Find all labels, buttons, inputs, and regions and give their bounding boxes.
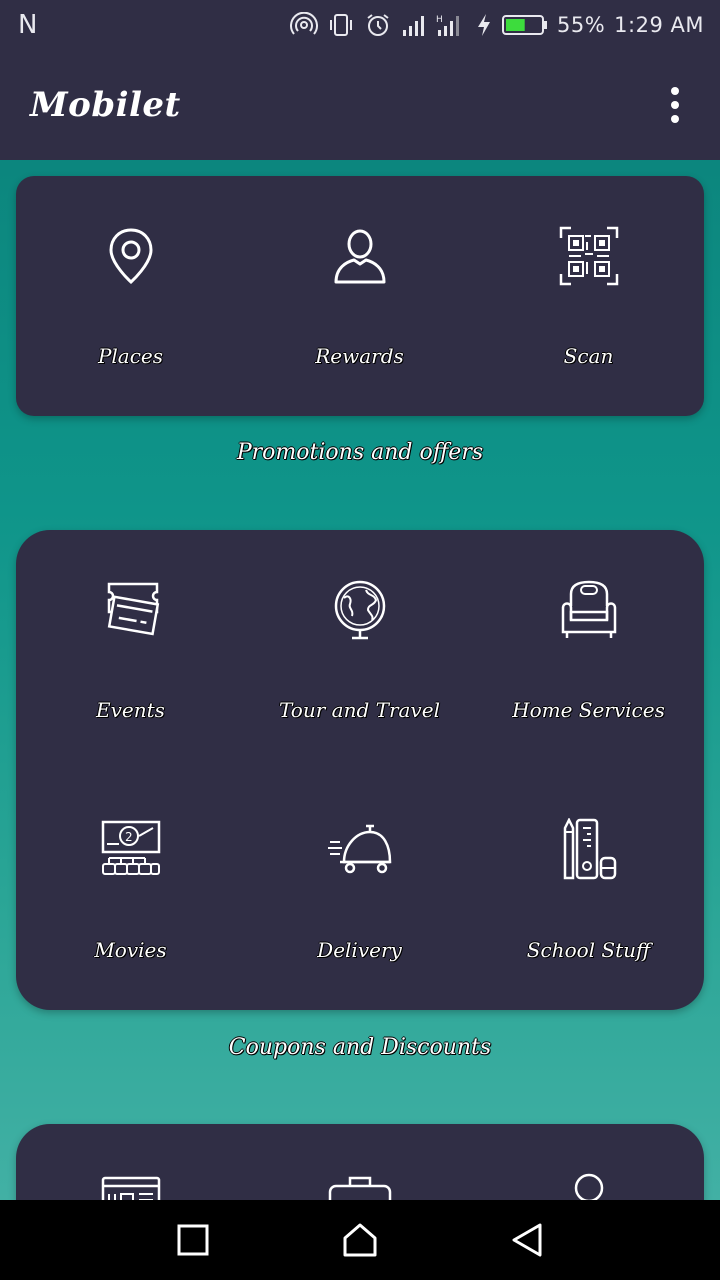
signal-icon: H	[436, 15, 459, 36]
tile-delivery[interactable]: Delivery	[245, 770, 474, 970]
tile-label: Delivery	[317, 938, 402, 962]
status-icons: H 55% 1:29 AM	[289, 12, 704, 38]
tile-scan[interactable]: Scan	[474, 176, 703, 376]
tile-events[interactable]: Events	[16, 530, 245, 730]
tile-label: Home Services	[512, 698, 665, 722]
recents-icon[interactable]	[176, 1223, 210, 1257]
tile-label: Events	[96, 698, 165, 722]
svg-text:H: H	[436, 15, 443, 25]
tile-label: Scan	[563, 344, 614, 368]
section-title-promotions: Promotions and offers	[236, 440, 484, 465]
more-vert-icon[interactable]	[660, 83, 690, 127]
delivery-icon	[327, 824, 391, 874]
stationery-icon	[563, 818, 616, 880]
promotions-card: Events Tour and Travel Home Services 2 M…	[16, 530, 704, 1010]
charging-icon	[477, 14, 490, 36]
status-bar: N H 55% 1:29 AM	[0, 0, 720, 50]
back-icon[interactable]	[510, 1222, 544, 1258]
top-card: Places Rewards Scan	[16, 176, 704, 416]
vibrate-icon	[329, 14, 352, 36]
app-title: Mobilet	[30, 85, 181, 125]
hotspot-icon	[289, 12, 318, 35]
notification-n-icon: N	[18, 10, 38, 40]
tile-label: Tour and Travel	[279, 698, 440, 722]
tile-movies[interactable]: 2 Movies	[16, 770, 245, 970]
armchair-icon	[561, 580, 616, 638]
system-nav-bar	[0, 1200, 720, 1280]
svg-text:2: 2	[125, 830, 133, 844]
home-icon[interactable]	[342, 1222, 378, 1258]
qr-code-icon	[559, 226, 618, 286]
app-bar: Mobilet	[0, 50, 720, 160]
person-icon	[334, 229, 385, 284]
location-pin-icon	[108, 228, 153, 285]
cinema-icon: 2	[101, 820, 160, 875]
tickets-icon	[107, 582, 159, 636]
section-title-coupons: Coupons and Discounts	[228, 1035, 492, 1060]
clock: 1:29 AM	[614, 13, 704, 37]
tile-label: Rewards	[315, 344, 404, 368]
tile-label: Movies	[94, 938, 167, 962]
battery-percent: 55%	[556, 13, 606, 37]
tile-places[interactable]: Places	[16, 176, 245, 376]
signal-icon	[402, 16, 424, 36]
tile-label: Places	[97, 344, 164, 368]
tile-label: School Stuff	[526, 938, 651, 962]
tile-rewards[interactable]: Rewards	[245, 176, 474, 376]
alarm-icon	[367, 14, 389, 36]
tile-tour-and-travel[interactable]: Tour and Travel	[245, 530, 474, 730]
tile-school-stuff[interactable]: School Stuff	[474, 770, 703, 970]
battery-icon	[501, 15, 547, 35]
tile-home-services[interactable]: Home Services	[474, 530, 703, 730]
globe-icon	[334, 580, 385, 640]
